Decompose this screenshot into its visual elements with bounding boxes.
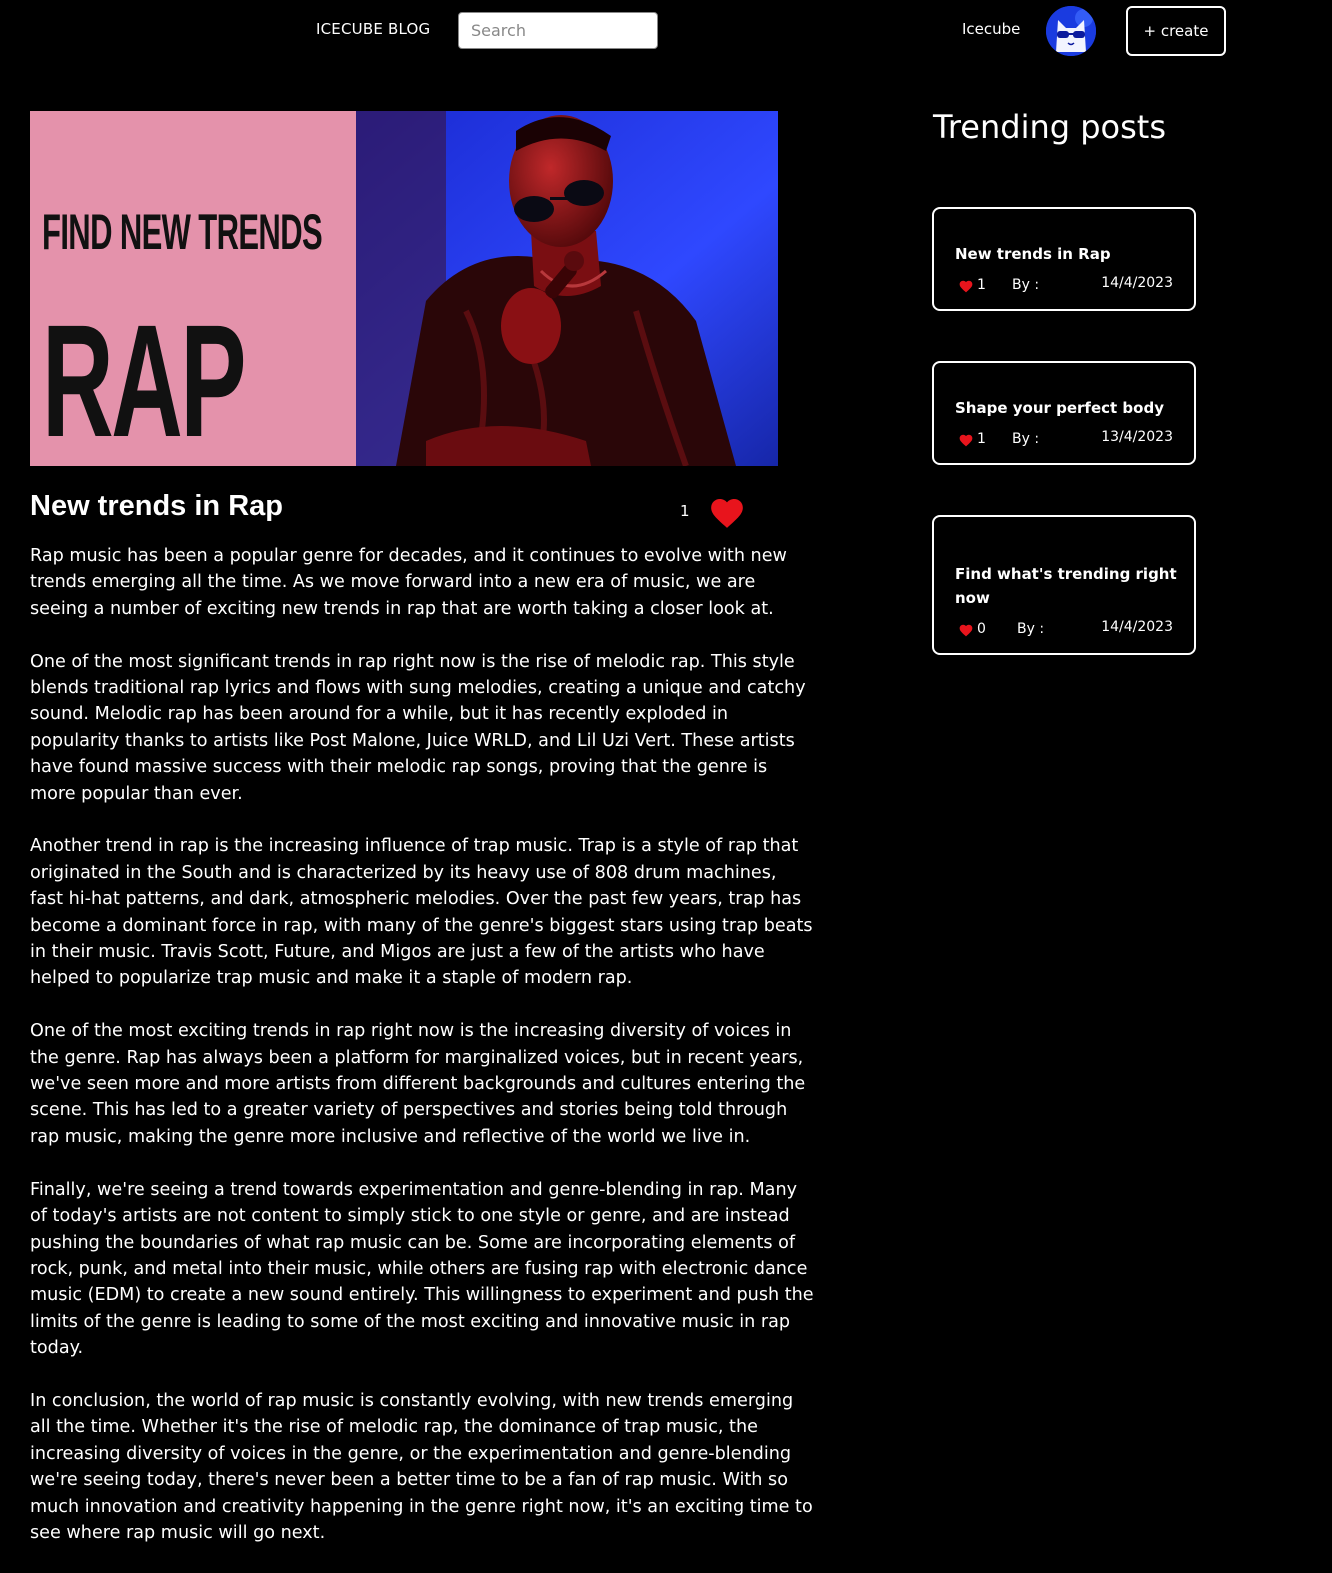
post-paragraph: Rap music has been a popular genre for d…	[30, 546, 787, 619]
hero-image: FIND NEW TRENDS RAP	[30, 111, 778, 466]
card-author: By :	[1017, 621, 1045, 637]
post-paragraph: Another trend in rap is the increasing i…	[30, 836, 813, 989]
card-title[interactable]: New trends in Rap	[955, 242, 1180, 266]
card-meta: 0 By : 14/4/2023	[955, 619, 1173, 641]
card-like-count: 1	[977, 277, 986, 293]
post-paragraph: One of the most significant trends in ra…	[30, 651, 806, 804]
hero-tagline: FIND NEW TRENDS	[42, 204, 323, 260]
trending-title: Trending posts	[933, 108, 1167, 146]
create-button[interactable]: + create	[1126, 6, 1226, 56]
card-meta: 1 By : 14/4/2023	[955, 275, 1173, 297]
trending-card[interactable]: Find what's trending right now 0 By : 14…	[932, 515, 1196, 655]
search-input[interactable]	[458, 12, 658, 49]
username[interactable]: Icecube	[962, 20, 1020, 38]
site-brand[interactable]: ICECUBE BLOG	[316, 20, 430, 38]
card-meta: 1 By : 13/4/2023	[955, 429, 1173, 451]
post-body: Rap music has been a popular genre for d…	[30, 543, 815, 1573]
post-paragraph: Finally, we're seeing a trend towards ex…	[30, 1179, 814, 1359]
heart-icon[interactable]	[958, 433, 974, 447]
card-date: 14/4/2023	[1101, 275, 1173, 291]
card-title[interactable]: Find what's trending right now	[955, 562, 1180, 610]
card-like-count: 0	[977, 621, 986, 637]
hero-text-panel: FIND NEW TRENDS RAP	[30, 111, 356, 466]
heart-icon[interactable]	[958, 623, 974, 637]
trending-card[interactable]: New trends in Rap 1 By : 14/4/2023	[932, 207, 1196, 311]
hero-word: RAP	[42, 291, 246, 466]
card-date: 13/4/2023	[1101, 429, 1173, 445]
rapper-photo	[356, 111, 778, 466]
post-paragraph: In conclusion, the world of rap music is…	[30, 1390, 813, 1543]
card-date: 14/4/2023	[1101, 619, 1173, 635]
heart-icon[interactable]	[708, 494, 746, 530]
trending-card[interactable]: Shape your perfect body 1 By : 13/4/2023	[932, 361, 1196, 465]
post-title: New trends in Rap	[30, 490, 283, 522]
card-like-count: 1	[977, 431, 986, 447]
cat-avatar-icon[interactable]	[1046, 6, 1096, 56]
card-author: By :	[1012, 431, 1040, 447]
card-author: By :	[1012, 277, 1040, 293]
post-paragraph: One of the most exciting trends in rap r…	[30, 1021, 806, 1147]
like-count: 1	[680, 502, 690, 520]
card-title[interactable]: Shape your perfect body	[955, 396, 1180, 420]
heart-icon[interactable]	[958, 279, 974, 293]
